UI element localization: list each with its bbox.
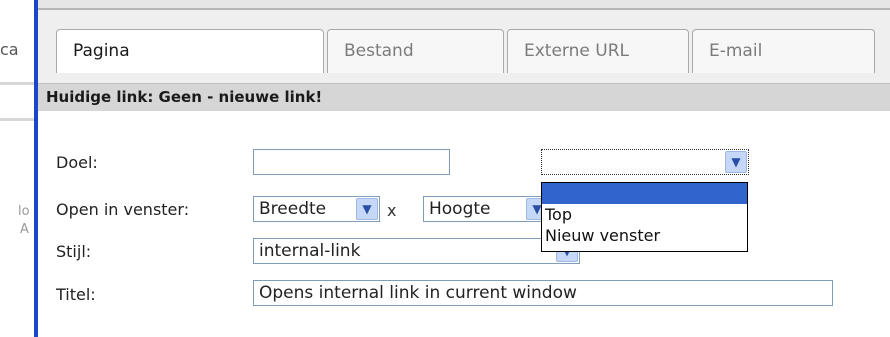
title-input[interactable]: Opens internal link in current window	[253, 280, 833, 306]
target-label: Doel:	[56, 153, 98, 172]
tab-label: Externe URL	[524, 41, 629, 61]
style-select-value: internal-link	[259, 241, 361, 261]
tab-label: Bestand	[344, 41, 414, 61]
background-text-fragment: A	[20, 222, 29, 237]
times-separator: x	[387, 201, 397, 220]
dropdown-option-top[interactable]: Top	[542, 204, 747, 225]
target-dropdown-list: Top Nieuw venster	[541, 182, 748, 252]
width-select[interactable]: Breedte ▼	[253, 196, 380, 222]
chevron-down-icon[interactable]: ▼	[725, 151, 747, 173]
style-label: Stijl:	[56, 242, 92, 261]
title-label: Titel:	[56, 285, 96, 304]
background-text-fragment: lo	[18, 204, 30, 219]
tab-label: E-mail	[709, 41, 763, 61]
width-select-value: Breedte	[259, 199, 327, 219]
dropdown-option-empty[interactable]	[542, 183, 747, 204]
open-in-window-label: Open in venster:	[56, 200, 190, 219]
style-select[interactable]: internal-link ▼	[253, 238, 580, 264]
height-select-value: Hoogte	[429, 199, 491, 219]
chevron-down-icon[interactable]: ▼	[356, 198, 378, 220]
background-text-fragment: ca	[0, 40, 19, 59]
tab-label: Pagina	[73, 41, 130, 61]
background-divider	[0, 118, 34, 121]
dialog-top-bar	[38, 0, 890, 10]
tab-email[interactable]: E-mail	[692, 29, 875, 73]
background-divider	[0, 82, 34, 85]
tab-externe-url[interactable]: Externe URL	[507, 29, 689, 73]
tab-bestand[interactable]: Bestand	[327, 29, 504, 73]
current-link-status: Huidige link: Geen - nieuwe link!	[38, 83, 890, 111]
target-input[interactable]	[253, 149, 450, 175]
target-select[interactable]: ▼	[541, 149, 749, 175]
height-select[interactable]: Hoogte ▼	[423, 196, 550, 222]
tab-pagina[interactable]: Pagina	[56, 29, 324, 73]
current-link-text: Huidige link: Geen - nieuwe link!	[46, 88, 323, 106]
dropdown-option-new-window[interactable]: Nieuw venster	[542, 225, 747, 246]
